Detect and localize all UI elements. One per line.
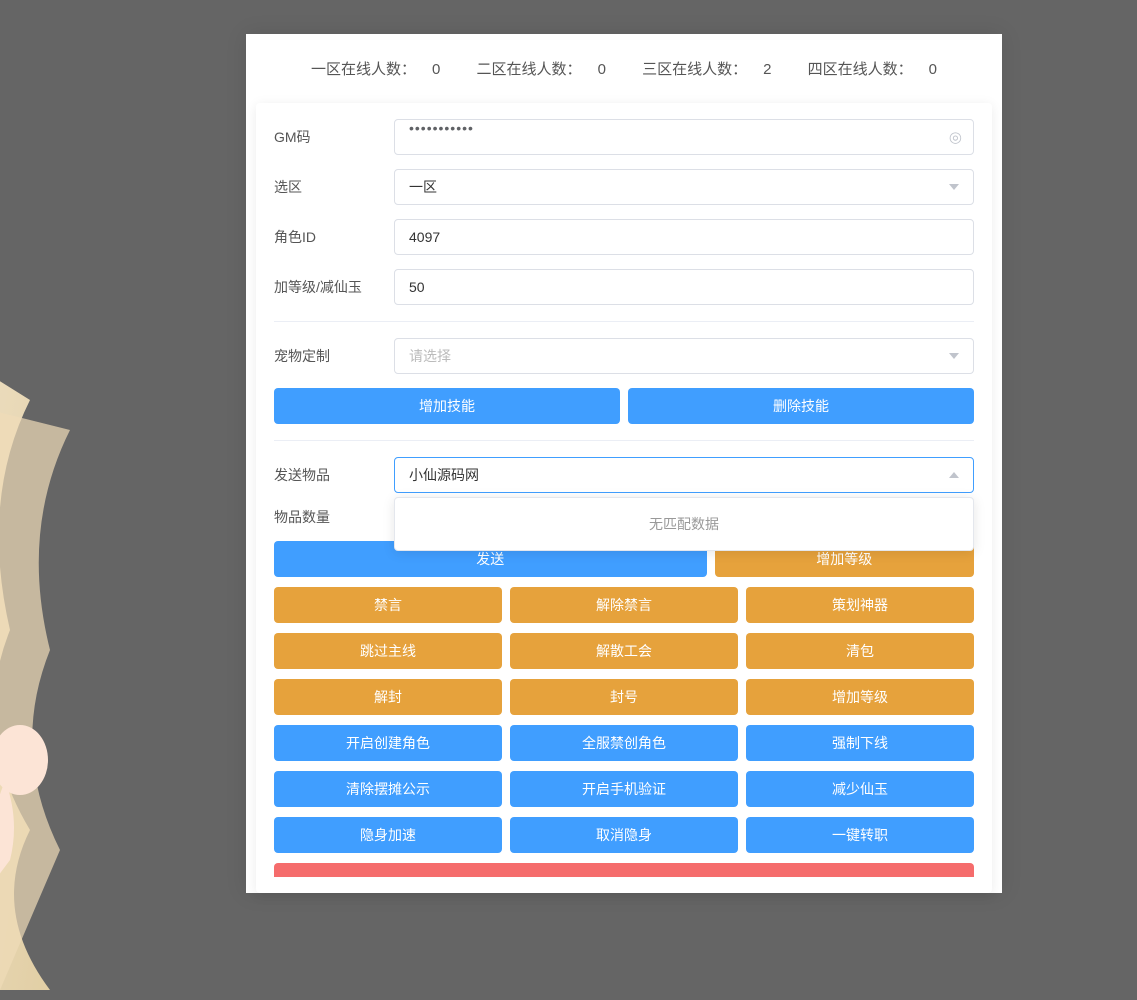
red-button-partial[interactable]	[274, 863, 974, 877]
chevron-down-icon	[949, 184, 959, 190]
form-card: GM码 ••••••••••• ◎ 选区 一区 角色ID 加等级/减仙玉	[256, 103, 992, 893]
role-id-input[interactable]	[394, 219, 974, 255]
add-skill-button[interactable]: 增加技能	[274, 388, 620, 424]
item-qty-label: 物品数量	[274, 507, 394, 527]
action-button[interactable]: 策划神器	[746, 587, 974, 623]
action-button[interactable]: 全服禁创角色	[510, 725, 738, 761]
action-button[interactable]: 封号	[510, 679, 738, 715]
action-button[interactable]: 开启创建角色	[274, 725, 502, 761]
zone2-stat: 二区在线人数：0	[469, 61, 614, 78]
zone-label: 选区	[274, 177, 394, 197]
send-item-select[interactable]: 小仙源码网	[394, 457, 974, 493]
action-button[interactable]: 隐身加速	[274, 817, 502, 853]
action-button[interactable]: 一键转职	[746, 817, 974, 853]
role-id-label: 角色ID	[274, 227, 394, 247]
level-input[interactable]	[394, 269, 974, 305]
zone1-stat: 一区在线人数：0	[303, 61, 448, 78]
gm-code-input[interactable]: •••••••••••	[394, 119, 974, 155]
admin-panel: 一区在线人数：0 二区在线人数：0 三区在线人数：2 四区在线人数：0 GM码 …	[246, 34, 1002, 893]
zone3-stat: 三区在线人数：2	[634, 61, 779, 78]
zone4-stat: 四区在线人数：0	[800, 61, 945, 78]
online-stats: 一区在线人数：0 二区在线人数：0 三区在线人数：2 四区在线人数：0	[246, 34, 1002, 103]
chevron-up-icon	[949, 472, 959, 478]
action-button[interactable]: 开启手机验证	[510, 771, 738, 807]
chevron-down-icon	[949, 353, 959, 359]
action-button[interactable]: 解封	[274, 679, 502, 715]
background-illustration	[0, 350, 250, 1000]
action-rows: 禁言解除禁言策划神器跳过主线解散工会清包解封封号增加等级开启创建角色全服禁创角色…	[274, 587, 974, 853]
action-button[interactable]: 减少仙玉	[746, 771, 974, 807]
divider	[274, 321, 974, 322]
action-button[interactable]: 清除摆摊公示	[274, 771, 502, 807]
action-button[interactable]: 跳过主线	[274, 633, 502, 669]
action-button[interactable]: 清包	[746, 633, 974, 669]
pet-select[interactable]: 请选择	[394, 338, 974, 374]
eye-icon[interactable]: ◎	[949, 128, 962, 146]
level-label: 加等级/减仙玉	[274, 277, 394, 297]
action-button[interactable]: 解散工会	[510, 633, 738, 669]
delete-skill-button[interactable]: 删除技能	[628, 388, 974, 424]
action-button[interactable]: 增加等级	[746, 679, 974, 715]
action-button[interactable]: 解除禁言	[510, 587, 738, 623]
action-button[interactable]: 强制下线	[746, 725, 974, 761]
gm-code-label: GM码	[274, 127, 394, 147]
divider	[274, 440, 974, 441]
pet-label: 宠物定制	[274, 346, 394, 366]
zone-select[interactable]: 一区	[394, 169, 974, 205]
action-button[interactable]: 禁言	[274, 587, 502, 623]
dropdown-no-match: 无匹配数据	[394, 497, 974, 551]
send-item-label: 发送物品	[274, 465, 394, 485]
action-button[interactable]: 取消隐身	[510, 817, 738, 853]
